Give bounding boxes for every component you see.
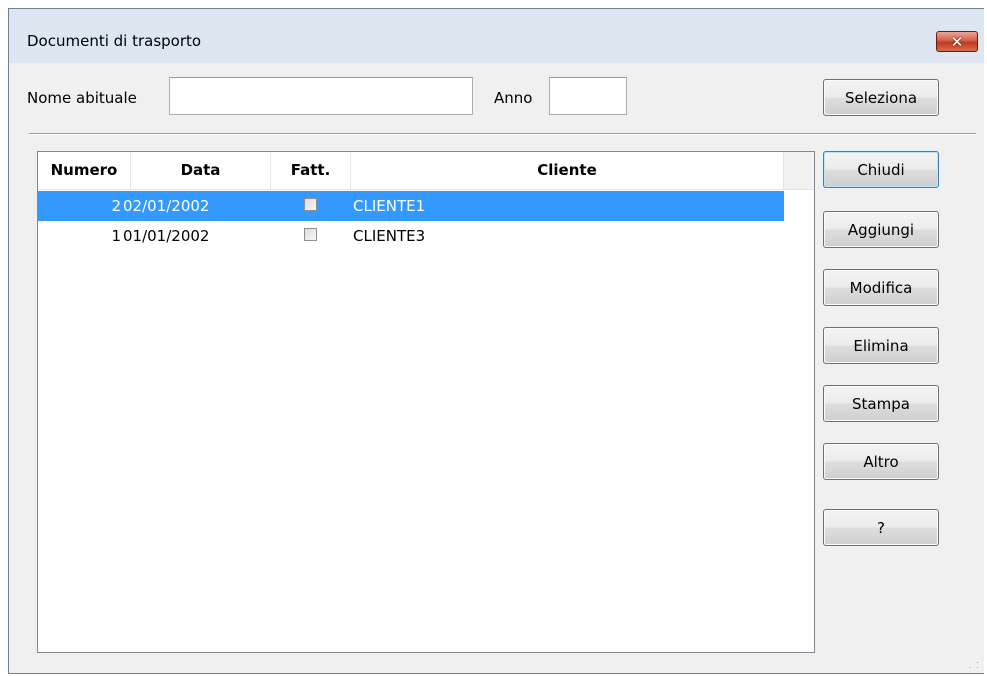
- window-title: Documenti di trasporto: [27, 32, 202, 50]
- anno-label: Anno: [494, 89, 533, 107]
- aggiungi-button[interactable]: Aggiungi: [823, 211, 939, 248]
- title-bar[interactable]: Documenti di trasporto ✕: [9, 9, 984, 63]
- chiudi-button[interactable]: Chiudi: [823, 151, 939, 188]
- dialog-window: Documenti di trasporto ✕ Nome abituale A…: [8, 8, 984, 674]
- list-header-filler: [784, 152, 814, 190]
- list-header: Numero Data Fatt. Cliente: [38, 152, 784, 190]
- stampa-button[interactable]: Stampa: [823, 385, 939, 422]
- cell-cliente: CLIENTE1: [353, 197, 426, 215]
- nome-abituale-input[interactable]: [169, 77, 473, 115]
- cell-data: 02/01/2002: [123, 197, 210, 215]
- column-header-cliente[interactable]: Cliente: [351, 152, 784, 189]
- cell-data: 01/01/2002: [123, 227, 210, 245]
- separator-line: [29, 133, 976, 135]
- fatturato-checkbox[interactable]: [304, 198, 317, 211]
- nome-abituale-label: Nome abituale: [27, 89, 137, 107]
- table-row[interactable]: 2 02/01/2002 CLIENTE1: [38, 191, 784, 221]
- anno-input[interactable]: [549, 77, 627, 115]
- table-row[interactable]: 1 01/01/2002 CLIENTE3: [38, 221, 784, 251]
- elimina-button[interactable]: Elimina: [823, 327, 939, 364]
- column-header-data[interactable]: Data: [131, 152, 271, 189]
- cell-numero: 2: [111, 197, 121, 215]
- documents-list[interactable]: Numero Data Fatt. Cliente 2 02/01/2002 C…: [37, 151, 815, 653]
- modifica-button[interactable]: Modifica: [823, 269, 939, 306]
- close-button[interactable]: ✕: [936, 31, 978, 52]
- cell-numero: 1: [111, 227, 121, 245]
- close-icon: ✕: [950, 32, 964, 51]
- help-button[interactable]: ?: [823, 509, 939, 546]
- altro-button[interactable]: Altro: [823, 443, 939, 480]
- column-header-numero[interactable]: Numero: [38, 152, 131, 189]
- cell-cliente: CLIENTE3: [353, 227, 426, 245]
- dialog-client-area: Nome abituale Anno Seleziona Numero Data…: [9, 63, 984, 673]
- resize-grip-icon[interactable]: . . .: [968, 657, 980, 671]
- seleziona-button[interactable]: Seleziona: [823, 79, 939, 116]
- fatturato-checkbox[interactable]: [304, 228, 317, 241]
- column-header-fatt[interactable]: Fatt.: [271, 152, 351, 189]
